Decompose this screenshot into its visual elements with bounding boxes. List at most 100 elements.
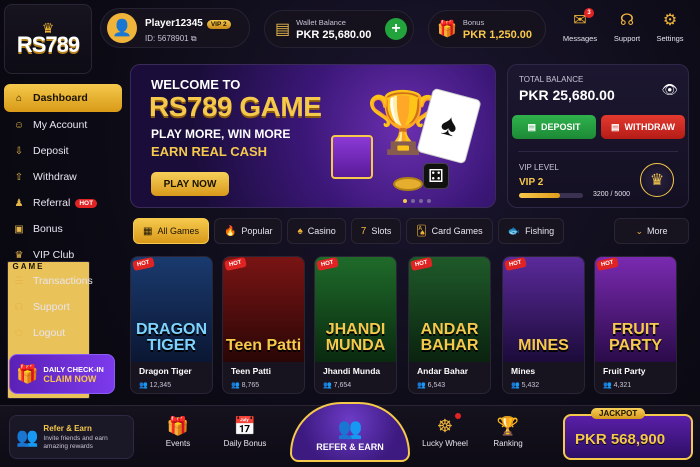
user-profile[interactable]: 👤 Player12345 VIP 2 ID: 5678901 ⧉ [100,8,250,48]
vip-progress-text: 3200 / 5000 [593,191,630,198]
refer-button-label: REFER & EARN [316,442,384,452]
game-card-mines[interactable]: MINES HOT Mines 👥 5,432 [502,256,585,394]
chevron-down-icon: ⌄ [635,225,644,236]
player-count: 7,654 [333,382,352,389]
withdraw-icon: ⇧ [14,171,24,183]
sidebar-item-label: Deposit [33,145,69,157]
pagination-dot[interactable] [403,199,407,203]
events-button[interactable]: 🎁 Events [148,416,208,448]
support-label: Support [613,34,641,43]
messages-count-badge: 3 [584,8,594,18]
logo-brand: RS789 [16,32,80,57]
divider [518,151,678,152]
sidebar-item-label: Logout [33,327,66,339]
sidebar-item-bonus[interactable]: ▣ Bonus [4,216,122,242]
game-name: Mines [511,366,536,376]
headset-icon: ☊ [619,12,635,29]
banner-pagination[interactable] [403,199,431,203]
tab-label: Popular [241,226,273,236]
crown-icon: ♛ [14,249,24,261]
refer-earn-card[interactable]: 👥 Refer & Earn Invite friends and earn a… [9,415,134,459]
players-icon: 👥 [231,382,240,389]
tab-all-games[interactable]: ▦ All Games [133,218,209,244]
claim-now-button[interactable]: CLAIM NOW [43,374,103,384]
logout-icon: ⏻ [15,327,23,339]
messages-button[interactable]: ✉ 3 Messages [560,8,600,43]
withdraw-button[interactable]: ▤ WITHDRAW [601,115,685,139]
tab-card-games[interactable]: 🂡 Card Games [406,218,493,244]
tab-casino[interactable]: ♠ Casino [287,218,346,244]
deposit-label: DEPOSIT [541,122,581,132]
promo-banner[interactable]: WELCOME TO RS789 GAME PLAY MORE, WIN MOR… [130,64,496,208]
tab-fishing[interactable]: 🐟 Fishing [497,218,565,244]
deposit-button[interactable]: ▤ DEPOSIT [512,115,596,139]
tab-slots[interactable]: 7 Slots [350,218,402,244]
total-balance-label: TOTAL BALANCE [519,75,584,84]
app-root: ♛ RS789 GAME ⌂ Dashboard ☺ My Account ⇩ Dep… [0,0,700,467]
sidebar-item-my-account[interactable]: ☺ My Account [4,112,122,138]
home-icon: ⌂ [15,92,23,104]
refer-desc: Invite friends and earn amazing rewards [43,434,108,450]
more-dropdown[interactable]: ⌄ More [614,218,689,244]
sidebar-item-vip-club[interactable]: ♛ VIP Club [4,242,122,268]
players-icon: 👥 [511,382,520,389]
game-art: MINES [503,257,584,362]
sidebar-item-withdraw[interactable]: ⇧ Withdraw [4,164,122,190]
daily-bonus-label: Daily Bonus [223,439,267,448]
game-card-teen-patti[interactable]: Teen Patti HOT Teen Patti 👥 8,765 [222,256,305,394]
player-count: 6,543 [427,382,446,389]
banner-title: RS789 GAME [149,91,322,122]
game-art: DRAGON TIGER [131,257,212,362]
lucky-wheel-label: Lucky Wheel [422,439,468,448]
players-icon: 👥 [603,382,612,389]
wallet-amount: PKR 25,680.00 [296,28,372,41]
sidebar-item-transactions[interactable]: ☰ Transactions [4,268,122,294]
tab-label: Casino [307,226,336,236]
play-now-button[interactable]: PLAY NOW [151,172,229,196]
settings-button[interactable]: ⚙ Settings [650,12,690,43]
vip-level-value: VIP 2 [519,177,544,188]
coins-image [393,177,423,191]
wallet-balance[interactable]: ▤ Wallet Balance PKR 25,680.00 + [264,10,414,48]
total-balance-card: TOTAL BALANCE PKR 25,680.00 👁 ▤ DEPOSIT ▤… [507,64,689,208]
wallet-icon: ▤ [275,21,291,38]
total-balance-amount: PKR 25,680.00 [519,87,615,103]
users-icon: 👥 [16,426,39,447]
copy-icon[interactable]: ⧉ [191,34,197,43]
brand-logo[interactable]: ♛ RS789 GAME [4,4,92,399]
add-funds-button[interactable]: + [385,18,407,40]
sidebar-item-deposit[interactable]: ⇩ Deposit [4,138,122,164]
game-card-andar-bahar[interactable]: ANDAR BAHAR HOT Andar Bahar 👥 6,543 [408,256,491,394]
sidebar-item-dashboard[interactable]: ⌂ Dashboard [4,84,122,112]
pagination-dot[interactable] [419,199,423,203]
daily-checkin-card[interactable]: 🎁 DAILY CHECK-IN CLAIM NOW [9,354,115,394]
dice-icon: ⚃ [423,163,449,189]
avatar: 👤 [107,13,137,43]
game-card-jhandi-munda[interactable]: JHANDI MUNDA HOT Jhandi Munda 👥 7,654 [314,256,397,394]
sidebar-item-support[interactable]: ☊ Support [4,294,122,320]
pagination-dot[interactable] [427,199,431,203]
daily-bonus-button[interactable]: 📅 Daily Bonus [215,416,275,448]
bonus-balance[interactable]: 🎁 Bonus PKR 1,250.00 [428,10,546,48]
game-art-title: JHANDI MUNDA [325,321,386,354]
sidebar-item-label: Transactions [33,275,93,287]
support-button[interactable]: ☊ Support [607,12,647,43]
sidebar-item-logout[interactable]: ⏻ Logout [4,320,122,346]
tab-popular[interactable]: 🔥 Popular [213,218,283,244]
game-card-dragon-tiger[interactable]: DRAGON TIGER HOT Dragon Tiger 👥 12,345 [130,256,213,394]
gift-icon: 🎁 [16,363,39,384]
gift-icon: ▣ [14,223,24,235]
pagination-dot[interactable] [411,199,415,203]
game-card-fruit-party[interactable]: FRUIT PARTY HOT Fruit Party 👥 4,321 [594,256,677,394]
spade-icon: ♠ [297,225,303,237]
eye-icon[interactable]: 👁 [661,82,678,98]
messages-label: Messages [562,34,598,43]
ranking-button[interactable]: 🏆 Ranking [478,416,538,448]
tab-label: Slots [371,226,392,236]
events-label: Events [165,439,191,448]
sidebar-item-referral[interactable]: ♟ Referral HOT [4,190,122,216]
game-art-title: DRAGON TIGER [135,321,208,354]
lucky-wheel-button[interactable]: ☸ Lucky Wheel [415,413,475,448]
notification-dot [455,413,461,419]
jackpot-panel[interactable]: JACKPOT PKR 568,900 [563,408,693,460]
